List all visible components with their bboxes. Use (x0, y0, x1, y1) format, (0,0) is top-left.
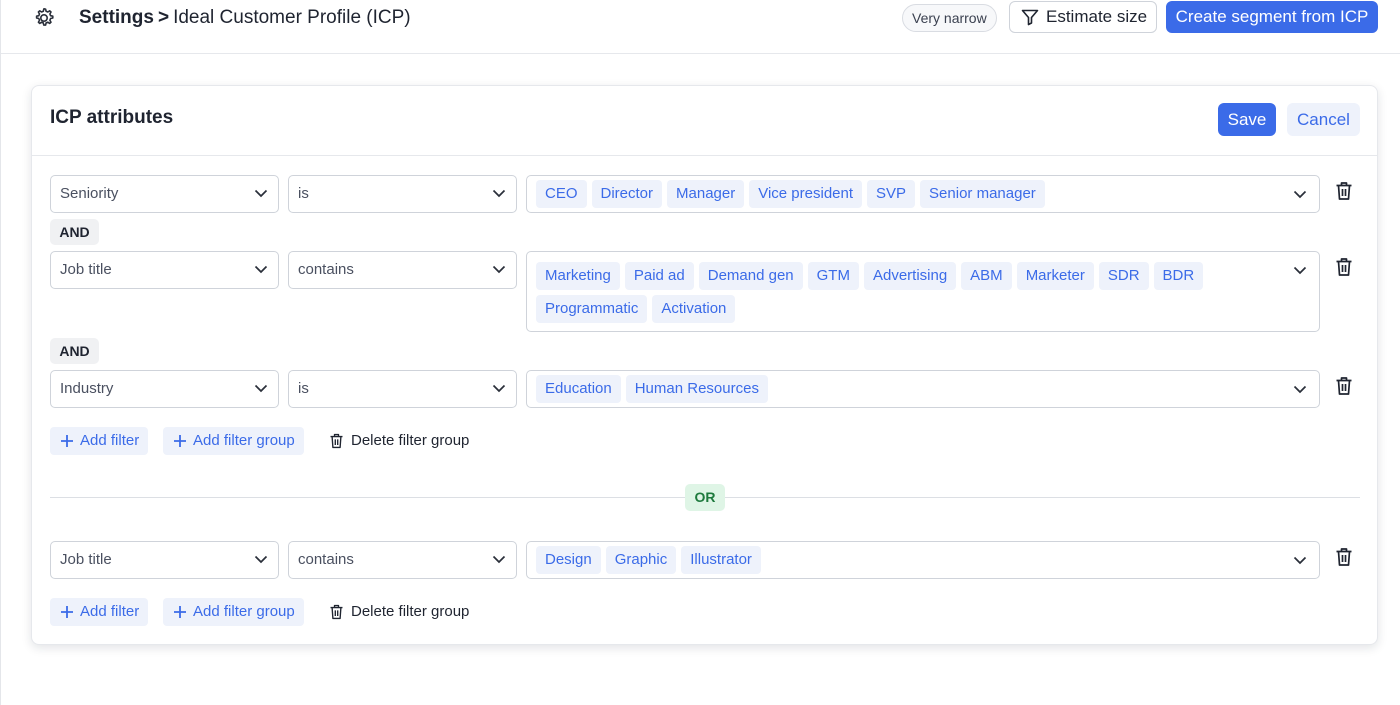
attribute-select[interactable]: Seniority (50, 175, 279, 213)
add-filter-button[interactable]: Add filter (50, 598, 149, 626)
value-chip[interactable]: Marketer (1016, 262, 1094, 290)
chevron-down-icon (1293, 190, 1307, 199)
attribute-select[interactable]: Job title (50, 251, 279, 289)
delete-filter-group-label: Delete filter group (351, 432, 470, 449)
value-chip[interactable]: ABM (961, 262, 1012, 290)
estimate-size-label: Estimate size (1046, 7, 1148, 26)
chevron-down-icon (1293, 385, 1307, 394)
attribute-value: Seniority (60, 185, 119, 202)
value-chip[interactable]: Education (536, 375, 621, 403)
add-filter-group-label: Add filter group (193, 432, 295, 449)
values-multiselect[interactable]: CEO Director Manager Vice president SVP … (526, 175, 1320, 213)
trash-icon (330, 433, 343, 449)
operator-value: is (298, 380, 309, 397)
card-header: ICP attributes Save Cancel (32, 86, 1377, 156)
add-filter-group-label: Add filter group (193, 603, 295, 620)
value-chip[interactable]: Manager (667, 180, 745, 208)
top-bar: Settings > Ideal Customer Profile (ICP) Ve… (1, 0, 1400, 54)
add-filter-label: Add filter (80, 603, 140, 620)
plus-icon (174, 435, 186, 447)
delete-filter-group-button[interactable]: Delete filter group (329, 427, 469, 455)
attribute-select[interactable]: Job title (50, 541, 279, 579)
value-chip[interactable]: Illustrator (681, 546, 761, 574)
plus-icon (61, 606, 73, 618)
value-chip[interactable]: Vice president (749, 180, 863, 208)
estimate-size-button[interactable]: Estimate size (1009, 1, 1157, 33)
values-multiselect[interactable]: Education Human Resources (526, 370, 1320, 408)
attribute-value: Industry (60, 380, 114, 397)
operator-select[interactable]: is (288, 175, 517, 213)
and-connector: AND (50, 219, 99, 245)
chevron-down-icon (254, 384, 268, 393)
breadcrumb: Settings > Ideal Customer Profile (ICP) (79, 7, 411, 29)
breadcrumb-root[interactable]: Settings (79, 7, 154, 28)
plus-icon (174, 606, 186, 618)
attribute-value: Job title (60, 261, 112, 278)
cancel-button[interactable]: Cancel (1287, 103, 1360, 136)
attribute-select[interactable]: Industry (50, 370, 279, 408)
chevron-down-icon (492, 555, 506, 564)
value-chip[interactable]: Paid ad (624, 262, 694, 290)
delete-filter-group-label: Delete filter group (351, 603, 470, 620)
card-title: ICP attributes (50, 107, 174, 128)
chevron-down-icon (254, 189, 268, 198)
trash-icon[interactable] (1335, 376, 1353, 396)
chevron-down-icon (492, 265, 506, 274)
chevron-down-icon (254, 555, 268, 564)
value-chip[interactable]: Demand gen (698, 262, 803, 290)
trash-icon[interactable] (1335, 257, 1353, 277)
values-multiselect[interactable]: Design Graphic Illustrator (526, 541, 1320, 579)
operator-select[interactable]: is (288, 370, 517, 408)
value-chip[interactable]: Advertising (863, 262, 957, 290)
add-filter-button[interactable]: Add filter (50, 427, 149, 455)
chevron-down-icon (1293, 266, 1307, 275)
value-chip[interactable]: Director (591, 180, 663, 208)
add-filter-label: Add filter (80, 432, 140, 449)
trash-icon[interactable] (1335, 547, 1353, 567)
values-multiselect[interactable]: Marketing Paid ad Demand gen GTM Adverti… (526, 251, 1320, 332)
add-filter-group-button[interactable]: Add filter group (163, 427, 304, 455)
value-chip[interactable]: GTM (807, 262, 859, 290)
value-chip[interactable]: SDR (1098, 262, 1149, 290)
value-chip[interactable]: Programmatic (536, 295, 648, 323)
operator-value: is (298, 185, 309, 202)
or-connector: OR (685, 484, 725, 511)
chevron-down-icon (492, 189, 506, 198)
value-chip[interactable]: Human Resources (625, 375, 768, 403)
value-chip[interactable]: BDR (1153, 262, 1204, 290)
trash-icon (330, 604, 343, 620)
operator-value: contains (298, 261, 354, 278)
value-chip[interactable]: Marketing (536, 262, 620, 290)
breadcrumb-current: Ideal Customer Profile (ICP) (173, 7, 411, 28)
value-chip[interactable]: SVP (867, 180, 916, 208)
breadcrumb-separator: > (157, 7, 170, 28)
and-connector: AND (50, 338, 99, 364)
plus-icon (61, 435, 73, 447)
operator-value: contains (298, 551, 354, 568)
app-root: Settings > Ideal Customer Profile (ICP) Ve… (0, 0, 1400, 705)
delete-filter-group-button[interactable]: Delete filter group (329, 598, 469, 626)
chevron-down-icon (492, 384, 506, 393)
operator-select[interactable]: contains (288, 541, 517, 579)
gear-icon[interactable] (32, 6, 56, 30)
save-button[interactable]: Save (1218, 103, 1276, 136)
chevron-down-icon (1293, 556, 1307, 565)
icp-attributes-card: ICP attributes Save Cancel Seniority is … (31, 85, 1378, 645)
value-chip[interactable]: Graphic (605, 546, 677, 574)
add-filter-group-button[interactable]: Add filter group (163, 598, 304, 626)
trash-icon[interactable] (1335, 181, 1353, 201)
value-chip[interactable]: Activation (652, 295, 736, 323)
audience-size-badge: Very narrow (902, 4, 997, 32)
filter-funnel-icon (1021, 9, 1039, 26)
attribute-value: Job title (60, 551, 112, 568)
value-chip[interactable]: Design (536, 546, 601, 574)
create-segment-button[interactable]: Create segment from ICP (1166, 1, 1378, 33)
chevron-down-icon (254, 265, 268, 274)
value-chip[interactable]: CEO (536, 180, 587, 208)
value-chip[interactable]: Senior manager (920, 180, 1045, 208)
operator-select[interactable]: contains (288, 251, 517, 289)
